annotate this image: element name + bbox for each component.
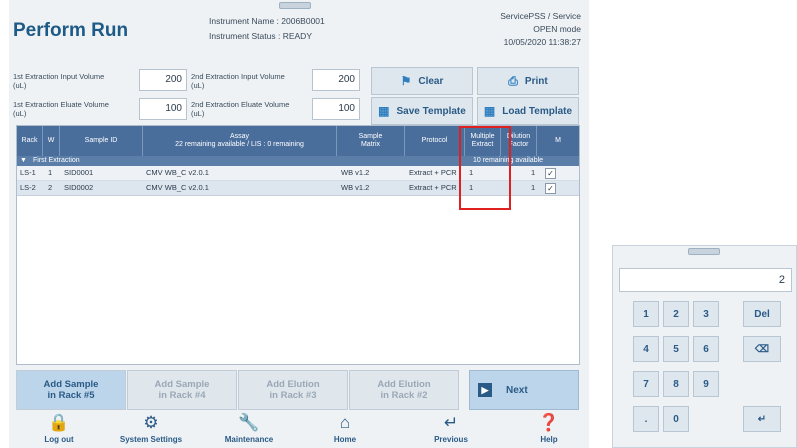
input-volume-2-field[interactable]: 200 bbox=[312, 69, 360, 91]
input-volume-2-label: 2nd Extraction Input Volume (uL) bbox=[191, 72, 285, 90]
col-protocol[interactable]: Protocol bbox=[405, 126, 465, 156]
arrow-right-icon: ▶ bbox=[478, 383, 492, 397]
key-9[interactable]: 9 bbox=[693, 371, 719, 397]
key-decimal[interactable]: . bbox=[633, 406, 659, 432]
eluate-volume-2-label: 2nd Extraction Eluate Volume (uL) bbox=[191, 100, 290, 118]
help-button[interactable]: ❓ Help bbox=[509, 413, 589, 448]
col-sample-matrix[interactable]: Sample Matrix bbox=[337, 126, 405, 156]
highlight-box bbox=[459, 126, 511, 210]
key-7[interactable]: 7 bbox=[633, 371, 659, 397]
gear-icon: ⚙ bbox=[143, 413, 159, 432]
grid-icon: ▦ bbox=[483, 104, 496, 118]
add-elution-rack2-button[interactable]: Add Elution in Rack #2 bbox=[349, 370, 459, 410]
input-volume-1-field[interactable]: 200 bbox=[139, 69, 187, 91]
lock-icon: 🔒 bbox=[48, 413, 70, 432]
add-sample-rack5-button[interactable]: Add Sample in Rack #5 bbox=[16, 370, 126, 410]
user-label: ServicePSS / Service bbox=[500, 11, 581, 21]
numeric-keypad: 2 1 2 3 Del 4 5 6 ⌫ 7 8 9 . 0 ↵ bbox=[612, 245, 797, 448]
add-sample-rack4-button[interactable]: Add Sample in Rack #4 bbox=[127, 370, 237, 410]
maintenance-button[interactable]: 🔧 Maintenance bbox=[209, 413, 289, 448]
previous-icon: ↵ bbox=[443, 413, 459, 432]
print-button[interactable]: ⎙ Print bbox=[477, 67, 579, 95]
key-8[interactable]: 8 bbox=[663, 371, 689, 397]
datetime-label: 10/05/2020 11:38:27 bbox=[503, 37, 581, 47]
backspace-icon[interactable]: ⌫ bbox=[743, 336, 781, 362]
panel-grip[interactable] bbox=[279, 2, 311, 9]
eluate-volume-1-label: 1st Extraction Eluate Volume (uL) bbox=[13, 100, 109, 118]
broom-icon: ⚑ bbox=[400, 74, 412, 88]
logout-button[interactable]: 🔒 Log out bbox=[19, 413, 99, 448]
key-delete[interactable]: Del bbox=[743, 301, 781, 327]
instrument-name: Instrument Name : 2006B0001 bbox=[209, 16, 325, 26]
key-2[interactable]: 2 bbox=[663, 301, 689, 327]
key-5[interactable]: 5 bbox=[663, 336, 689, 362]
keypad-display[interactable]: 2 bbox=[619, 268, 792, 292]
home-icon: ⌂ bbox=[339, 413, 351, 432]
col-sample-id[interactable]: Sample ID bbox=[60, 126, 143, 156]
col-w[interactable]: W bbox=[43, 126, 60, 156]
enter-icon[interactable]: ↵ bbox=[743, 406, 781, 432]
session-info: ServicePSS / Service OPEN mode 10/05/202… bbox=[500, 10, 581, 49]
eluate-volume-1-field[interactable]: 100 bbox=[139, 98, 187, 120]
eluate-volume-2-field[interactable]: 100 bbox=[312, 98, 360, 120]
wrench-icon: 🔧 bbox=[238, 413, 260, 432]
previous-button[interactable]: ↵ Previous bbox=[411, 413, 491, 448]
next-button[interactable]: ▶ Next bbox=[469, 370, 579, 410]
key-6[interactable]: 6 bbox=[693, 336, 719, 362]
key-1[interactable]: 1 bbox=[633, 301, 659, 327]
instrument-status: Instrument Status : READY bbox=[209, 31, 312, 41]
help-icon: ❓ bbox=[538, 413, 560, 432]
system-settings-button[interactable]: ⚙ System Settings bbox=[111, 413, 191, 448]
home-button[interactable]: ⌂ Home bbox=[305, 413, 385, 448]
save-template-button[interactable]: ▦ Save Template bbox=[371, 97, 473, 125]
key-4[interactable]: 4 bbox=[633, 336, 659, 362]
clear-button[interactable]: ⚑ Clear bbox=[371, 67, 473, 95]
key-0[interactable]: 0 bbox=[663, 406, 689, 432]
load-template-button[interactable]: ▦ Load Template bbox=[477, 97, 579, 125]
mode-label: OPEN mode bbox=[533, 24, 581, 34]
col-m[interactable]: M bbox=[537, 126, 579, 156]
include-checkbox[interactable]: ✓ bbox=[545, 168, 556, 179]
input-volume-1-label: 1st Extraction Input Volume (uL) bbox=[13, 72, 105, 90]
collapse-icon[interactable]: ▼ bbox=[20, 156, 27, 166]
add-elution-rack3-button[interactable]: Add Elution in Rack #3 bbox=[238, 370, 348, 410]
grid-icon: ▦ bbox=[378, 104, 390, 118]
key-3[interactable]: 3 bbox=[693, 301, 719, 327]
printer-icon: ⎙ bbox=[508, 73, 518, 88]
col-rack[interactable]: Rack bbox=[17, 126, 43, 156]
instrument-info: Instrument Name : 2006B0001 Instrument S… bbox=[209, 14, 325, 44]
keypad-grip[interactable] bbox=[688, 248, 720, 255]
perform-run-panel: Perform Run Instrument Name : 2006B0001 … bbox=[9, 0, 589, 448]
page-title: Perform Run bbox=[13, 20, 129, 41]
col-assay[interactable]: Assay 22 remaining available / LIS : 0 re… bbox=[143, 126, 337, 156]
include-checkbox[interactable]: ✓ bbox=[545, 183, 556, 194]
